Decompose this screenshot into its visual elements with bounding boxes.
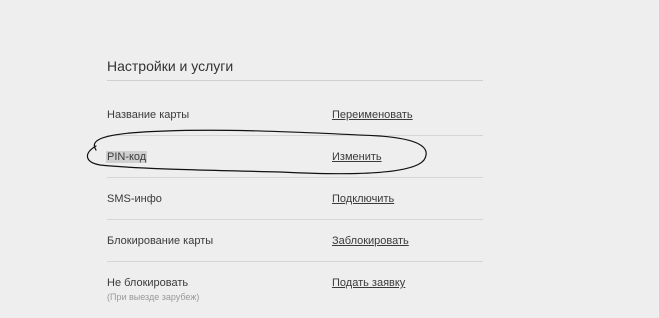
connect-sms-link[interactable]: Подключить: [332, 193, 394, 205]
settings-row-pin: PIN-код Изменить: [106, 136, 483, 178]
title-divider: [107, 80, 483, 81]
section-title: Настройки и услуги: [107, 58, 234, 74]
settings-row-card-name: Название карты Переименовать: [107, 98, 483, 136]
change-pin-link[interactable]: Изменить: [332, 151, 382, 163]
settings-row-block: Блокирование карты Заблокировать: [107, 220, 483, 262]
row-label: Название карты: [107, 109, 190, 121]
row-label: SMS-инфо: [107, 193, 162, 205]
row-label: Блокирование карты: [107, 235, 214, 247]
block-card-link[interactable]: Заблокировать: [332, 235, 409, 247]
row-label: PIN-код: [106, 151, 148, 163]
settings-row-no-block: Не блокировать (При выезде зарубеж) Пода…: [107, 262, 483, 318]
settings-row-sms: SMS-инфо Подключить: [107, 178, 483, 220]
submit-request-link[interactable]: Подать заявку: [332, 277, 405, 289]
row-note: (При выезде зарубеж): [107, 292, 200, 302]
rename-card-link[interactable]: Переименовать: [332, 109, 413, 121]
settings-panel: Настройки и услуги Название карты Переим…: [106, 0, 483, 318]
row-label: Не блокировать: [107, 277, 189, 289]
